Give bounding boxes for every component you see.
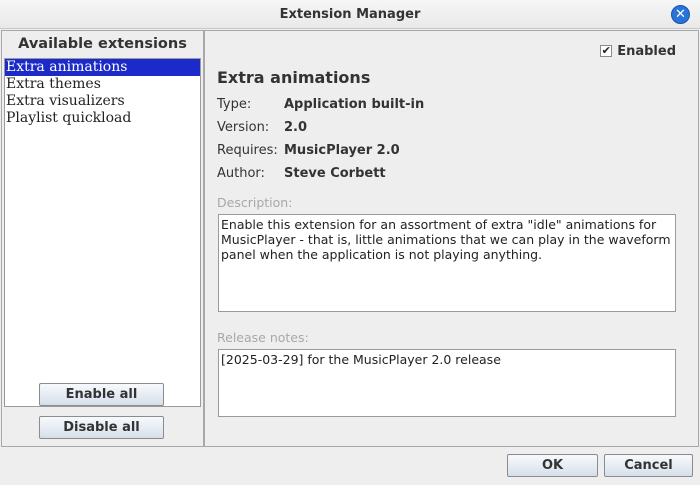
release-notes-label: Release notes: [217,330,309,345]
enabled-label[interactable]: Enabled [617,44,676,59]
requires-value: MusicPlayer 2.0 [284,143,400,158]
window-title: Extension Manager [279,7,421,22]
list-item-extra-themes[interactable]: Extra themes [5,76,200,93]
enable-all-button[interactable]: Enable all [39,383,164,406]
enabled-toggle[interactable]: ✔ Enabled [600,43,676,59]
extension-details-panel: ✔ Enabled Extra animations Type: Applica… [204,30,699,447]
close-icon[interactable]: ✕ [671,5,690,24]
list-item-extra-visualizers[interactable]: Extra visualizers [5,93,200,110]
requires-label: Requires: [217,143,278,158]
description-label: Description: [217,195,293,210]
available-extensions-heading: Available extensions [18,36,187,52]
type-label: Type: [217,97,252,112]
description-textarea[interactable]: Enable this extension for an assortment … [218,214,676,312]
type-value: Application built-in [284,97,425,112]
disable-all-button[interactable]: Disable all [39,416,164,439]
extension-list[interactable]: Extra animations Extra themes Extra visu… [4,58,201,407]
version-value: 2.0 [284,120,308,135]
title-bar: Extension Manager ✕ [0,0,700,29]
enabled-checkbox[interactable]: ✔ [600,45,613,57]
list-item-extra-animations[interactable]: Extra animations [5,59,200,76]
cancel-button[interactable]: Cancel [604,454,693,477]
version-label: Version: [217,120,270,135]
ok-button[interactable]: OK [507,454,598,477]
release-notes-textarea[interactable]: [2025-03-29] for the MusicPlayer 2.0 rel… [218,349,676,417]
list-item-playlist-quickload[interactable]: Playlist quickload [5,110,200,127]
author-value: Steve Corbett [284,166,386,181]
author-label: Author: [217,166,265,181]
extension-title: Extra animations [217,68,371,87]
